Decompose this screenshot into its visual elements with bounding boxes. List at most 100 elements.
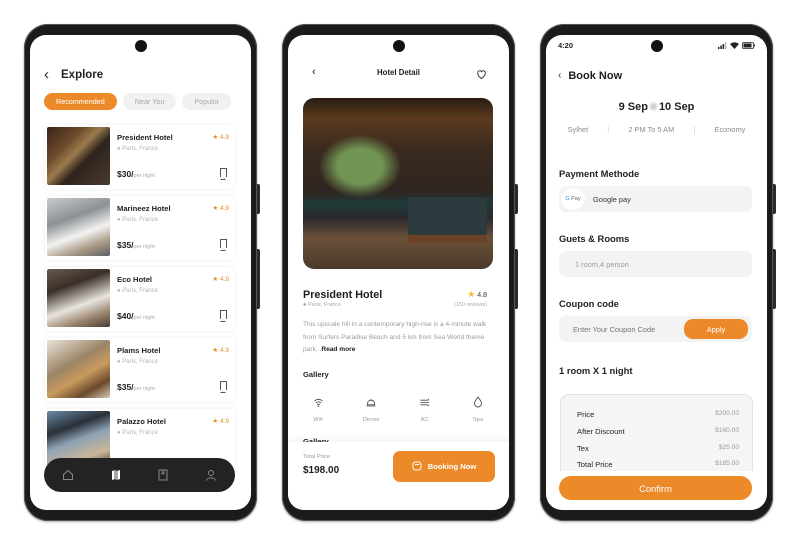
hotel-rating: ★ 4.9 bbox=[212, 134, 229, 141]
summary-row-total: Total Price $185.00 bbox=[577, 460, 739, 469]
summary-row-after-discount: After Discount $160.00 bbox=[577, 427, 739, 436]
trip-class: Economy bbox=[714, 125, 746, 134]
volume-button bbox=[773, 249, 776, 309]
review-count: (150 reviews) bbox=[453, 302, 487, 308]
hotel-name: Plams Hotel bbox=[117, 346, 161, 355]
date-range: 9 Sep 10 Sep bbox=[546, 101, 767, 113]
power-button bbox=[257, 184, 260, 214]
amenities-row: Wifi Dinner AC Spa bbox=[303, 390, 493, 423]
power-button bbox=[515, 184, 518, 214]
hotel-card[interactable]: President Hotel ● Paris, France ★ 4.9 $3… bbox=[45, 125, 235, 189]
coupon-heading: Coupon code bbox=[559, 298, 619, 309]
google-pay-icon: G G PayPay bbox=[561, 188, 585, 210]
check-out-date: 10 Sep bbox=[658, 101, 695, 113]
confirm-button[interactable]: Confirm bbox=[559, 476, 752, 500]
payment-method-field[interactable]: G G PayPay Google pay bbox=[559, 186, 752, 212]
phone-hotel-detail: ‹ Hotel Detail President Hotel ★ 4.8 ● P… bbox=[282, 24, 518, 521]
read-more-link[interactable]: Read more bbox=[321, 346, 355, 353]
bookmark-icon[interactable] bbox=[220, 168, 227, 180]
trip-location: Sylhet bbox=[567, 125, 589, 134]
front-camera bbox=[650, 40, 663, 52]
back-chevron-icon[interactable]: ‹ bbox=[44, 67, 49, 82]
hotel-list: President Hotel ● Paris, France ★ 4.9 $3… bbox=[45, 125, 235, 480]
bookmark-icon[interactable] bbox=[220, 381, 227, 393]
hotel-location: ● Paris, France bbox=[117, 146, 158, 152]
hotel-name: President Hotel bbox=[303, 289, 383, 301]
hotel-card[interactable]: Eco Hotel ● Paris, France ★ 4.9 $40/per … bbox=[45, 267, 235, 331]
home-icon[interactable] bbox=[61, 468, 75, 482]
star-icon: ★ bbox=[212, 418, 219, 425]
price-summary: Price $200.00 After Discount $160.00 Tex… bbox=[560, 394, 753, 471]
pin-icon: ● bbox=[117, 288, 121, 294]
stay-summary-heading: 1 room X 1 night bbox=[559, 365, 633, 376]
amenity-spa[interactable]: Spa bbox=[463, 390, 493, 423]
hotel-hero-image bbox=[303, 98, 493, 269]
divider: | bbox=[693, 125, 696, 134]
hotel-detail-screen: ‹ Hotel Detail President Hotel ★ 4.8 ● P… bbox=[288, 35, 509, 510]
hotel-location: ● Paris, France bbox=[303, 302, 342, 308]
hotel-location: ● Paris, France bbox=[117, 430, 158, 436]
hotel-name: Eco Hotel bbox=[117, 275, 153, 284]
hotel-price: $35/per night bbox=[117, 382, 155, 392]
filter-tabs: Recommended Near You Populor bbox=[44, 93, 232, 110]
heart-icon[interactable] bbox=[476, 67, 487, 85]
guests-rooms-field[interactable]: 1 room,4 person bbox=[559, 251, 752, 277]
trip-time: 2 PM To 5 AM bbox=[628, 125, 675, 134]
signal-icon bbox=[718, 42, 727, 49]
gallery-heading: Gallery bbox=[303, 370, 329, 379]
phone-explore: ‹ Explore Recommended Near You Populor P… bbox=[24, 24, 260, 521]
hotel-name: President Hotel bbox=[117, 133, 173, 142]
volume-button bbox=[257, 249, 260, 309]
bookmark-icon[interactable] bbox=[220, 239, 227, 251]
profile-icon[interactable] bbox=[204, 468, 218, 482]
hotel-price: $30/per night bbox=[117, 169, 155, 179]
hotel-price: $35/per night bbox=[117, 240, 155, 250]
map-icon[interactable] bbox=[109, 468, 123, 482]
dinner-icon bbox=[359, 390, 383, 414]
back-chevron-icon[interactable]: ‹ bbox=[558, 71, 561, 81]
bookmark-icon[interactable] bbox=[220, 310, 227, 322]
hotel-card[interactable]: Marineez Hotel ● Paris, France ★ 4.9 $35… bbox=[45, 196, 235, 260]
payment-method-value: Google pay bbox=[593, 194, 631, 204]
tab-near-you[interactable]: Near You bbox=[122, 93, 177, 110]
hotel-rating: ★ 4.9 bbox=[212, 418, 229, 425]
hotel-location: ● Paris, France bbox=[117, 217, 158, 223]
star-icon: ★ bbox=[212, 347, 219, 354]
star-icon: ★ bbox=[467, 289, 476, 299]
ac-icon bbox=[413, 390, 437, 414]
hotel-rating: ★ 4.8 bbox=[467, 289, 487, 299]
wifi-icon bbox=[306, 390, 330, 414]
hotel-rating: ★ 4.9 bbox=[212, 276, 229, 283]
star-icon: ★ bbox=[212, 276, 219, 283]
amenity-dinner[interactable]: Dinner bbox=[356, 390, 386, 423]
status-icons bbox=[718, 42, 755, 49]
date-separator-icon bbox=[648, 102, 658, 111]
coupon-input[interactable] bbox=[573, 324, 683, 334]
booking-now-button[interactable]: Booking Now bbox=[393, 451, 495, 482]
star-icon: ★ bbox=[212, 134, 219, 141]
hotel-card[interactable]: Plams Hotel ● Paris, France ★ 4.9 $35/pe… bbox=[45, 338, 235, 402]
phone-book-now: 4:20 ‹ Book Now 9 Sep 10 Sep Sylhet | 2 P… bbox=[540, 24, 776, 521]
hotel-name: Palazzo Hotel bbox=[117, 417, 166, 426]
hotel-rating: ★ 4.9 bbox=[212, 347, 229, 354]
hotel-rating: ★ 4.9 bbox=[212, 205, 229, 212]
amenity-ac[interactable]: AC bbox=[410, 390, 440, 423]
tab-recommended[interactable]: Recommended bbox=[44, 93, 117, 110]
book-header: ‹ Book Now bbox=[558, 70, 622, 82]
page-title: Explore bbox=[61, 68, 104, 81]
front-camera bbox=[392, 40, 405, 52]
hotel-image bbox=[47, 198, 110, 256]
star-icon: ★ bbox=[212, 205, 219, 212]
tab-popular[interactable]: Populor bbox=[182, 93, 232, 110]
coupon-field: Apply bbox=[559, 316, 752, 342]
amenity-wifi[interactable]: Wifi bbox=[303, 390, 333, 423]
explore-header: ‹ Explore bbox=[44, 67, 103, 82]
summary-row-tax: Tex $25.00 bbox=[577, 444, 739, 453]
bookmark-icon[interactable] bbox=[156, 468, 170, 482]
trip-info: Sylhet | 2 PM To 5 AM | Economy bbox=[558, 125, 755, 134]
divider: | bbox=[607, 125, 610, 134]
book-now-screen: 4:20 ‹ Book Now 9 Sep 10 Sep Sylhet | 2 P… bbox=[546, 35, 767, 510]
guests-heading: Guets & Rooms bbox=[559, 233, 630, 244]
pin-icon: ● bbox=[117, 217, 121, 223]
apply-coupon-button[interactable]: Apply bbox=[684, 319, 748, 339]
